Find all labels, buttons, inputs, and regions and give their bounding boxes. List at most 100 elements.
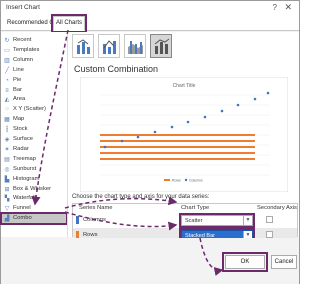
preview-bar	[100, 152, 255, 154]
series-row-columns: Columns Scatter ▼	[73, 213, 297, 228]
category-stock[interactable]: ┇ Stock	[4, 125, 28, 134]
preview-scatter-point	[266, 91, 270, 95]
category-sunburst[interactable]: ◎ Sunburst	[4, 165, 36, 174]
category-radar[interactable]: ✶ Radar	[4, 145, 29, 154]
sunburst-icon: ◎	[4, 166, 10, 173]
custom-combination-icon	[154, 38, 170, 54]
treemap-icon: ▤	[4, 156, 10, 163]
preview-scatter-point	[120, 139, 124, 143]
clustered-column-line-icon	[77, 39, 90, 54]
category-box-whisker[interactable]: ⊞ Box & Whisker	[4, 185, 51, 194]
preview-scatter-point	[153, 130, 157, 134]
stock-icon: ┇	[5, 127, 9, 134]
chart-preview: Chart Title Rows Columns	[80, 77, 288, 192]
category-label: Area	[13, 96, 26, 103]
category-label: Column	[13, 56, 33, 63]
header-series-name: Series Name	[79, 205, 113, 211]
preview-legend-rows: Rows	[172, 179, 181, 183]
preview-scatter-point	[203, 115, 207, 119]
histogram-icon: ▙	[4, 176, 10, 183]
bar-icon: ≡	[5, 87, 9, 94]
preview-scatter-point	[220, 109, 224, 113]
category-label: Surface	[13, 136, 33, 142]
category-label: Waterfall	[13, 195, 36, 202]
preview-scatter-point	[236, 103, 240, 107]
secondary-axis-checkbox-rows[interactable]	[266, 231, 273, 238]
category-label: Histogram	[13, 175, 40, 182]
category-label: X Y (Scatter)	[13, 106, 46, 113]
category-line[interactable]: ╱ Line	[4, 66, 24, 75]
combo-subtype-thumbnails	[72, 34, 182, 60]
ok-button[interactable]: OK	[222, 252, 268, 272]
category-label: Stock	[13, 126, 28, 133]
area-icon: ◭	[4, 97, 10, 104]
category-label: Funnel	[13, 205, 31, 212]
preview-scatter-point	[170, 125, 174, 129]
category-bar[interactable]: ≡ Bar	[4, 86, 22, 95]
category-label: Templates	[13, 46, 40, 53]
preview-legend-swatch	[164, 179, 170, 181]
category-recent[interactable]: ↻ Recent	[4, 36, 31, 45]
preview-bar	[100, 134, 255, 136]
combo-icon: ▟	[4, 216, 10, 223]
combo-subtype-custom-combination[interactable]	[150, 34, 172, 58]
chart-category-list: ↻ Recent ▭ Templates ▥ Column ╱ Line ◔ Pie ≡ Bar ◭ Ar…	[0, 32, 68, 237]
category-label: Radar	[13, 145, 29, 152]
help-icon[interactable]: ?	[273, 3, 277, 12]
category-label: Map	[13, 116, 25, 123]
combo-subtype-clustered-column-line[interactable]	[72, 34, 94, 58]
tab-strip: Recommended Charts All Charts	[1, 14, 299, 33]
stacked-area-column-icon	[128, 41, 143, 54]
dialog-title: Insert Chart	[6, 4, 40, 11]
waterfall-icon: ▚	[4, 196, 10, 203]
pie-icon: ◔	[5, 77, 9, 84]
preview-scatter-point	[186, 120, 190, 124]
category-label: Recent	[13, 37, 32, 43]
title-bar: Insert Chart ? ✕	[1, 1, 299, 15]
combo-subtype-stacked-area-column[interactable]	[124, 34, 146, 58]
map-icon: ▦	[4, 117, 10, 124]
category-x-y-scatter[interactable]: ⁘ X Y (Scatter)	[4, 105, 46, 114]
series-instructions: Choose the chart type and axis for your …	[72, 194, 210, 200]
secondary-axis-checkbox-columns[interactable]	[266, 216, 273, 223]
chart-preview-svg: Chart Title Rows Columns	[80, 77, 288, 192]
chart-subtype-heading: Custom Combination	[74, 64, 159, 74]
preview-scatter-point	[253, 97, 257, 101]
category-surface[interactable]: ◈ Surface	[4, 135, 33, 144]
category-templates[interactable]: ▭ Templates	[4, 46, 39, 55]
chart-type-dropdown-columns[interactable]: Scatter ▼	[179, 213, 255, 228]
radar-icon: ✶	[4, 146, 10, 153]
preview-chart-title: Chart Title	[173, 83, 196, 89]
category-waterfall[interactable]: ▚ Waterfall	[4, 194, 36, 203]
cancel-button[interactable]: Cancel	[271, 255, 297, 269]
close-icon[interactable]: ✕	[284, 2, 292, 13]
chevron-down-icon: ▼	[243, 216, 252, 225]
category-area[interactable]: ◭ Area	[4, 95, 26, 104]
category-combo[interactable]: ▟ Combo	[0, 212, 68, 226]
column-icon: ▥	[4, 57, 10, 64]
category-map[interactable]: ▦ Map	[4, 115, 24, 124]
category-label: Box & Whisker	[13, 185, 52, 192]
category-funnel[interactable]: ▽ Funnel	[4, 204, 31, 213]
templates-icon: ▭	[4, 47, 10, 54]
insert-chart-dialog: Insert Chart ? ✕ Recommended Charts All …	[0, 0, 300, 284]
header-chart-type: Chart Type	[181, 205, 210, 211]
surface-icon: ◈	[4, 137, 10, 143]
category-label: Line	[13, 66, 24, 73]
series-name: Columns	[83, 217, 106, 223]
category-treemap[interactable]: ▤ Treemap	[4, 155, 36, 164]
category-label: Pie	[13, 76, 22, 83]
line-icon: ╱	[5, 67, 9, 74]
category-histogram[interactable]: ▙ Histogram	[4, 175, 40, 184]
category-label: Combo	[13, 215, 32, 222]
combo-subtype-column-line-secondary[interactable]	[98, 34, 120, 58]
scatter-icon: ⁘	[4, 107, 10, 114]
tab-all-charts[interactable]: All Charts	[50, 14, 88, 33]
category-pie[interactable]: ◔ Pie	[4, 76, 21, 85]
preview-legend-swatch	[184, 178, 188, 182]
dialog-footer: OK Cancel	[1, 238, 299, 284]
category-label: Bar	[13, 86, 23, 93]
preview-scatter-point	[136, 135, 140, 139]
preview-bar	[100, 146, 255, 148]
category-column[interactable]: ▥ Column	[4, 56, 33, 65]
